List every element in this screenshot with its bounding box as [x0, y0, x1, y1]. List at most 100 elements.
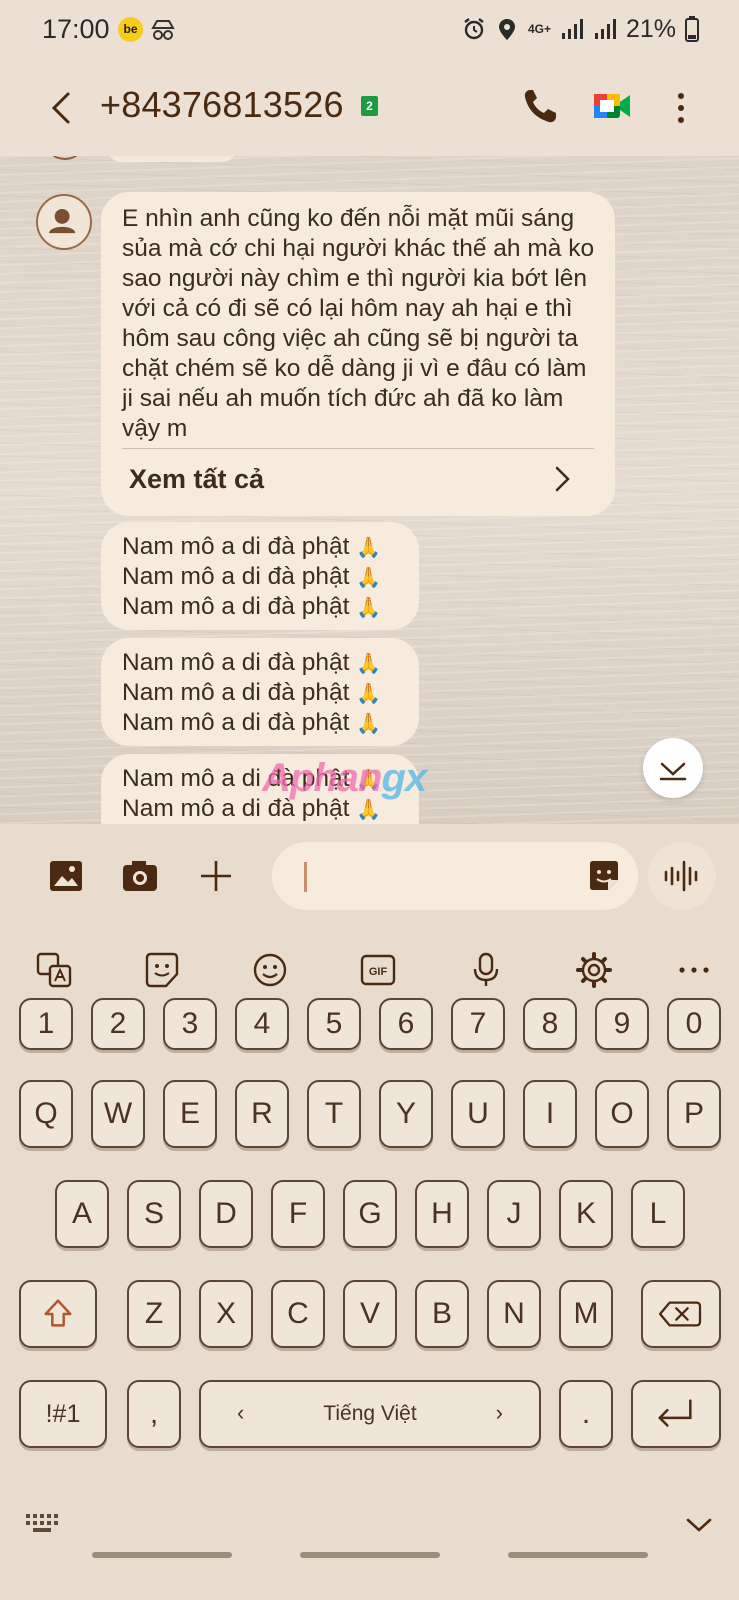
phone-icon[interactable]	[520, 84, 560, 128]
key-v[interactable]: V	[343, 1280, 397, 1348]
back-arrow-icon[interactable]	[42, 84, 82, 132]
space-key[interactable]: ‹ Tiếng Việt ›	[199, 1380, 541, 1448]
more-vertical-icon[interactable]	[666, 86, 696, 130]
key-a[interactable]: A	[55, 1180, 109, 1248]
key-label: R	[251, 1097, 273, 1130]
pray-emoji: 🙏	[356, 653, 382, 675]
key-j[interactable]: J	[487, 1180, 541, 1248]
sticker-icon[interactable]	[586, 858, 622, 894]
message-list[interactable]: E nhìn anh cũng ko đến nỗi mặt mũi sáng …	[0, 156, 739, 824]
period-key[interactable]: .	[559, 1380, 613, 1448]
key-q[interactable]: Q	[19, 1080, 73, 1148]
key-s[interactable]: S	[127, 1180, 181, 1248]
key-k[interactable]: K	[559, 1180, 613, 1248]
nav-home-handle[interactable]	[300, 1552, 440, 1558]
key-0[interactable]: 0	[667, 998, 721, 1050]
key-i[interactable]: I	[523, 1080, 577, 1148]
key-label: U	[467, 1097, 489, 1130]
key-w[interactable]: W	[91, 1080, 145, 1148]
translate-icon[interactable]	[34, 950, 74, 990]
key-label: 6	[397, 1007, 415, 1040]
message-bubble[interactable]: Nam mô a di đà phật 🙏 Nam mô a di đà phậ…	[101, 638, 419, 746]
message-line: Nam mô a di đà phật 🙏	[122, 562, 381, 593]
key-label: W	[103, 1097, 133, 1130]
key-x[interactable]: X	[199, 1280, 253, 1348]
key-label: S	[143, 1197, 164, 1230]
keyboard-switch-icon[interactable]	[24, 1512, 60, 1536]
message-bubble[interactable]: Nam mô a di đà phật 🙏 Nam mô a di đà phậ…	[101, 522, 419, 630]
key-d[interactable]: D	[199, 1180, 253, 1248]
key-t[interactable]: T	[307, 1080, 361, 1148]
be-app-badge: be	[118, 17, 143, 42]
hide-keyboard-icon[interactable]	[684, 1512, 714, 1538]
camera-icon[interactable]	[121, 858, 159, 894]
contact-number[interactable]: +84376813526	[100, 84, 344, 126]
key-u[interactable]: U	[451, 1080, 505, 1148]
key-l[interactable]: L	[631, 1180, 685, 1248]
gif-icon[interactable]: GIF	[358, 950, 398, 990]
key-4[interactable]: 4	[235, 998, 289, 1050]
key-e[interactable]: E	[163, 1080, 217, 1148]
key-o[interactable]: O	[595, 1080, 649, 1148]
shift-arrow-icon	[44, 1299, 72, 1327]
message-input[interactable]	[272, 842, 638, 910]
microphone-icon[interactable]	[466, 950, 506, 990]
watermark-part: gx	[381, 756, 427, 800]
key-7[interactable]: 7	[451, 998, 505, 1050]
voice-input-button[interactable]	[648, 842, 716, 910]
sticker-icon[interactable]	[142, 950, 182, 990]
key-g[interactable]: G	[343, 1180, 397, 1248]
backspace-key[interactable]	[641, 1280, 721, 1348]
emoji-icon[interactable]	[250, 950, 290, 990]
key-label: G	[358, 1197, 382, 1230]
key-label: E	[179, 1097, 200, 1130]
key-f[interactable]: F	[271, 1180, 325, 1248]
message-bubble[interactable]: E nhìn anh cũng ko đến nỗi mặt mũi sáng …	[101, 192, 615, 516]
signal-icon-2	[594, 19, 616, 39]
language-next-arrow: ›	[495, 1400, 503, 1425]
key-label: O	[610, 1097, 634, 1130]
pray-emoji: 🙏	[356, 537, 382, 559]
enter-key[interactable]	[631, 1380, 721, 1448]
key-6[interactable]: 6	[379, 998, 433, 1050]
compose-bar	[0, 824, 739, 928]
key-5[interactable]: 5	[307, 998, 361, 1050]
see-all-link[interactable]: Xem tất cả	[129, 464, 264, 495]
key-y[interactable]: Y	[379, 1080, 433, 1148]
scroll-to-bottom-button[interactable]	[643, 738, 703, 798]
key-n[interactable]: N	[487, 1280, 541, 1348]
key-h[interactable]: H	[415, 1180, 469, 1248]
more-horizontal-icon[interactable]	[674, 950, 714, 990]
key-c[interactable]: C	[271, 1280, 325, 1348]
key-8[interactable]: 8	[523, 998, 577, 1050]
key-1[interactable]: 1	[19, 998, 73, 1050]
key-label: 4	[253, 1007, 271, 1040]
settings-gear-icon[interactable]	[574, 950, 614, 990]
nav-recents-handle[interactable]	[508, 1552, 648, 1558]
key-p[interactable]: P	[667, 1080, 721, 1148]
key-b[interactable]: B	[415, 1280, 469, 1348]
key-2[interactable]: 2	[91, 998, 145, 1050]
nav-back-handle[interactable]	[92, 1552, 232, 1558]
key-z[interactable]: Z	[127, 1280, 181, 1348]
network-type: 4G+	[527, 22, 551, 36]
key-label: Q	[34, 1097, 58, 1130]
signal-icon	[561, 19, 583, 39]
enter-return-icon	[658, 1399, 692, 1427]
key-label: Z	[144, 1297, 164, 1330]
chevron-right-icon[interactable]	[549, 462, 575, 496]
key-label: A	[71, 1197, 92, 1230]
key-3[interactable]: 3	[163, 998, 217, 1050]
comma-key[interactable]: ,	[127, 1380, 181, 1448]
key-r[interactable]: R	[235, 1080, 289, 1148]
google-meet-icon[interactable]	[592, 88, 632, 124]
key-m[interactable]: M	[559, 1280, 613, 1348]
shift-key[interactable]	[19, 1280, 97, 1348]
pray-emoji: 🙏	[356, 597, 382, 619]
image-icon[interactable]	[47, 858, 85, 894]
plus-icon[interactable]	[197, 858, 235, 894]
divider	[122, 448, 594, 449]
contact-avatar[interactable]	[36, 194, 92, 250]
symbols-key[interactable]: !#1	[19, 1380, 107, 1448]
key-9[interactable]: 9	[595, 998, 649, 1050]
